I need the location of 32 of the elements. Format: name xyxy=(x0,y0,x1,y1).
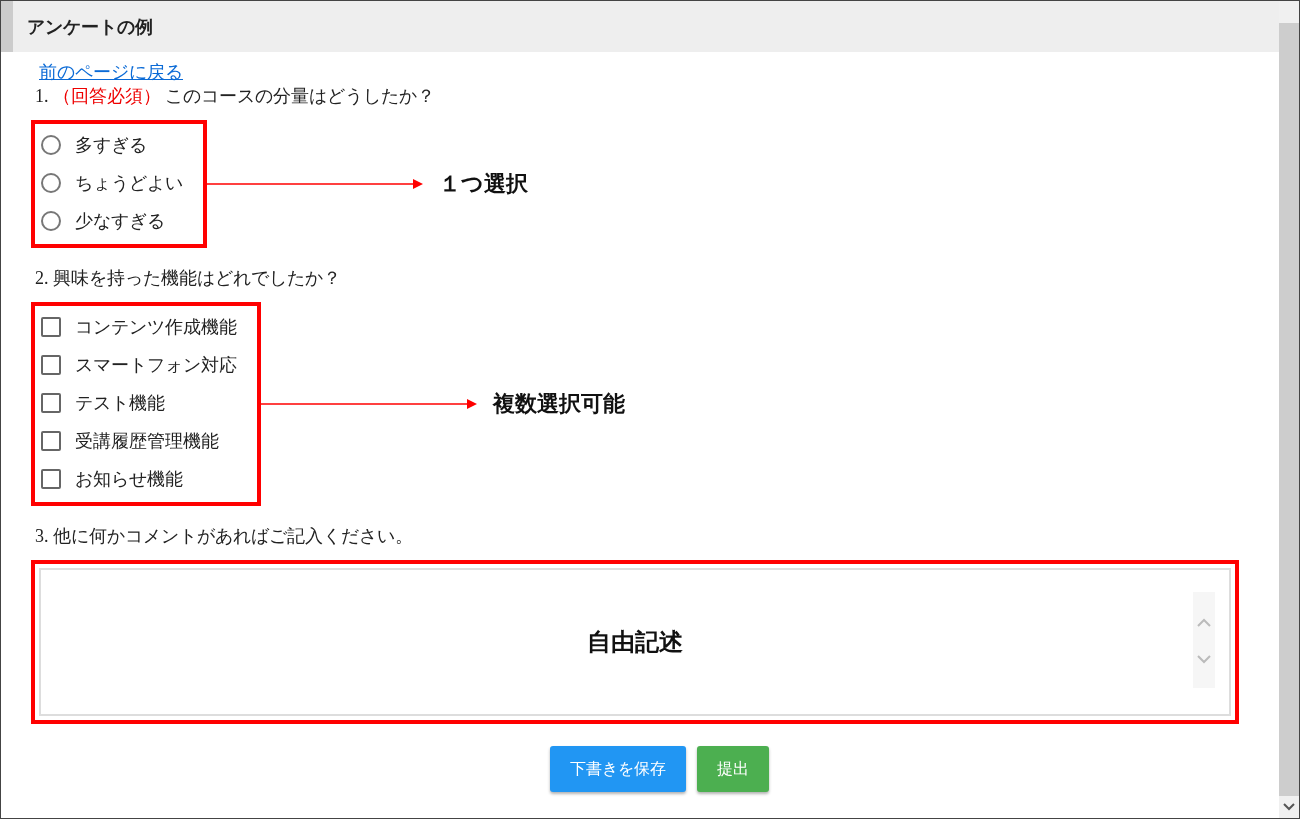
page-title: アンケートの例 xyxy=(27,15,153,39)
checkbox[interactable] xyxy=(41,317,61,337)
checkbox[interactable] xyxy=(41,393,61,413)
option-label: ちょうどよい xyxy=(75,172,183,195)
save-draft-button[interactable]: 下書きを保存 xyxy=(549,746,686,792)
question-number: 1. xyxy=(35,86,49,107)
required-mark: （回答必須） xyxy=(52,85,161,108)
radio-button[interactable] xyxy=(41,173,61,193)
annotation-label: １つ選択 xyxy=(439,170,528,198)
radio-button[interactable] xyxy=(41,211,61,231)
option-label: テスト機能 xyxy=(75,392,165,415)
option-label: 多すぎる xyxy=(75,134,147,157)
checkbox[interactable] xyxy=(41,355,61,375)
comment-field[interactable]: 自由記述 xyxy=(39,568,1231,716)
radio-button[interactable] xyxy=(41,135,61,155)
annotation-label: 自由記述 xyxy=(587,627,683,657)
option-label: お知らせ機能 xyxy=(75,468,183,491)
question-text: このコースの分量はどうしたか？ xyxy=(164,85,435,108)
option-label: 少なすぎる xyxy=(75,210,165,233)
submit-button[interactable]: 提出 xyxy=(696,746,769,792)
option-label: コンテンツ作成機能 xyxy=(75,316,237,339)
checkbox[interactable] xyxy=(41,431,61,451)
question-number: 2. xyxy=(35,268,49,289)
spinner-icon xyxy=(1193,592,1215,688)
option-label: 受講履歴管理機能 xyxy=(75,430,219,453)
question-number: 3. xyxy=(35,526,49,547)
annotation-label: 複数選択可能 xyxy=(493,390,625,418)
back-link[interactable]: 前のページに戻る xyxy=(39,60,183,84)
checkbox[interactable] xyxy=(41,469,61,489)
question-text: 他に何かコメントがあればご記入ください。 xyxy=(52,525,413,548)
question-text: 興味を持った機能はどれでしたか？ xyxy=(52,267,341,290)
option-label: スマートフォン対応 xyxy=(75,354,237,377)
